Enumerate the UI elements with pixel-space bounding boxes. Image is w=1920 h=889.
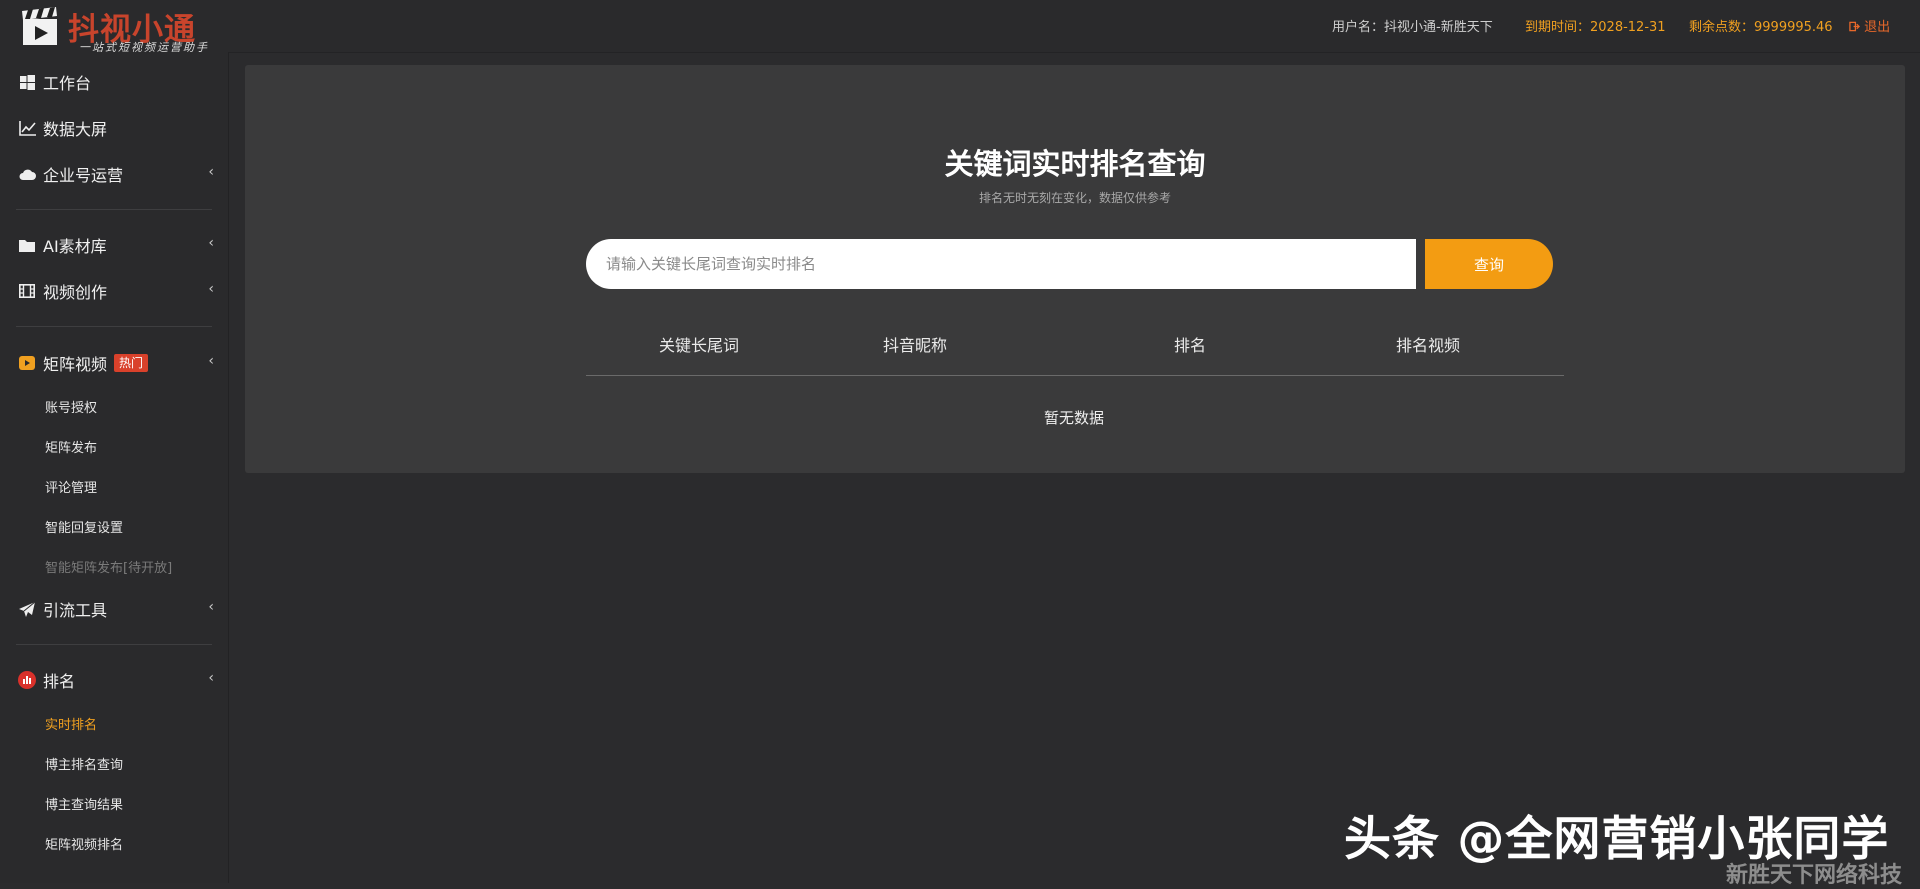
expire-date-text: 到期时间：2028-12-31 xyxy=(1525,20,1666,35)
sidebar-item-video-create[interactable]: 视频创作 ‹ xyxy=(18,276,214,306)
sidebar-item-label: 工作台 xyxy=(43,74,92,93)
sidebar-subitem-blogger-query-result[interactable]: 博主查询结果 xyxy=(45,794,123,813)
keyword-search-input[interactable] xyxy=(586,239,1416,289)
sidebar-item-label: 排名 xyxy=(43,672,76,691)
chevron-left-icon: ‹ xyxy=(208,281,214,297)
sidebar-item-workbench[interactable]: 工作台 xyxy=(18,67,214,97)
sidebar-item-matrix-video[interactable]: 矩阵视频 热门 ‹ xyxy=(18,348,214,378)
column-header-keyword: 关键长尾词 xyxy=(659,336,740,355)
sidebar-item-enterprise[interactable]: 企业号运营 ‹ xyxy=(18,159,214,189)
windows-icon xyxy=(18,73,36,91)
sidebar-item-label: 企业号运营 xyxy=(43,166,124,185)
sidebar-subitem-matrix-publish[interactable]: 矩阵发布 xyxy=(45,437,97,456)
sidebar-item-label: 引流工具 xyxy=(43,601,108,620)
logout-button[interactable]: 退出 xyxy=(1849,16,1890,35)
table-header-divider xyxy=(586,375,1564,376)
empty-state-text: 暂无数据 xyxy=(1043,409,1104,427)
cloud-icon xyxy=(18,165,36,183)
username-text: 用户名：抖视小通-新胜天下 xyxy=(1332,20,1493,35)
logout-label: 退出 xyxy=(1864,20,1891,35)
remaining-points-text: 剩余点数：9999995.46 xyxy=(1689,20,1833,35)
sidebar-item-ai-library[interactable]: AI素材库 ‹ xyxy=(18,230,214,260)
sidebar-subitem-smart-matrix-publish: 智能矩阵发布[待开放] xyxy=(45,561,173,576)
logout-icon xyxy=(1849,21,1860,32)
film-icon xyxy=(18,282,36,300)
bar-chart-icon xyxy=(18,671,36,689)
sidebar-item-label: 数据大屏 xyxy=(43,120,108,139)
line-chart-icon xyxy=(18,119,36,137)
sidebar-divider xyxy=(16,644,212,645)
sidebar-item-label: 视频创作 xyxy=(43,283,108,302)
chevron-left-icon: ‹ xyxy=(208,353,214,369)
chevron-left-icon: ‹ xyxy=(208,164,214,180)
sidebar-subitem-matrix-video-rank[interactable]: 矩阵视频排名 xyxy=(45,834,123,853)
sidebar-subitem-blogger-rank-query[interactable]: 博主排名查询 xyxy=(45,754,123,773)
sidebar-item-dashboard[interactable]: 数据大屏 xyxy=(18,113,214,143)
paper-plane-icon xyxy=(18,600,36,618)
column-header-rank-video: 排名视频 xyxy=(1396,336,1461,355)
sidebar-divider xyxy=(16,209,212,210)
chevron-left-icon: ‹ xyxy=(208,235,214,251)
play-badge-icon xyxy=(18,354,36,372)
query-button[interactable]: 查询 xyxy=(1425,239,1553,289)
hot-badge: 热门 xyxy=(114,354,149,372)
column-header-rank: 排名 xyxy=(1174,336,1207,355)
sidebar-subitem-smart-reply[interactable]: 智能回复设置 xyxy=(45,517,123,536)
chevron-left-icon: ‹ xyxy=(208,599,214,615)
column-header-nickname: 抖音昵称 xyxy=(883,336,948,355)
clapperboard-icon xyxy=(22,7,57,45)
page-title: 关键词实时排名查询 xyxy=(944,147,1206,181)
sidebar-item-label: 矩阵视频 xyxy=(43,355,108,374)
sidebar-subitem-comment-manage[interactable]: 评论管理 xyxy=(45,477,97,496)
sidebar-subitem-account-auth[interactable]: 账号授权 xyxy=(45,397,97,416)
folder-icon xyxy=(18,236,36,254)
sidebar-item-ranking[interactable]: 排名 ‹ xyxy=(18,665,214,695)
page-subtitle: 排名无时无刻在变化，数据仅供参考 xyxy=(978,191,1171,205)
sidebar-item-traffic-tools[interactable]: 引流工具 ‹ xyxy=(18,594,214,624)
app-logo[interactable]: 抖视小通 一站式短视频运营助手 xyxy=(18,4,218,54)
watermark-subtext: 新胜天下网络科技 xyxy=(1726,863,1903,888)
sidebar-subitem-realtime-rank[interactable]: 实时排名 xyxy=(45,714,97,733)
sidebar-divider xyxy=(16,326,212,327)
top-header: 抖视小通 一站式短视频运营助手 用户名：抖视小通-新胜天下 到期时间：2028-… xyxy=(0,0,1920,54)
chevron-left-icon: ‹ xyxy=(208,670,214,686)
sidebar-item-label: AI素材库 xyxy=(43,237,107,256)
rank-query-panel: 关键词实时排名查询 排名无时无刻在变化，数据仅供参考 查询 关键长尾词 抖音昵称… xyxy=(245,65,1905,473)
sidebar: 工作台 数据大屏 企业号运营 ‹ AI素材库 ‹ 视频创作 ‹ 矩阵视频 热门 … xyxy=(0,52,229,883)
